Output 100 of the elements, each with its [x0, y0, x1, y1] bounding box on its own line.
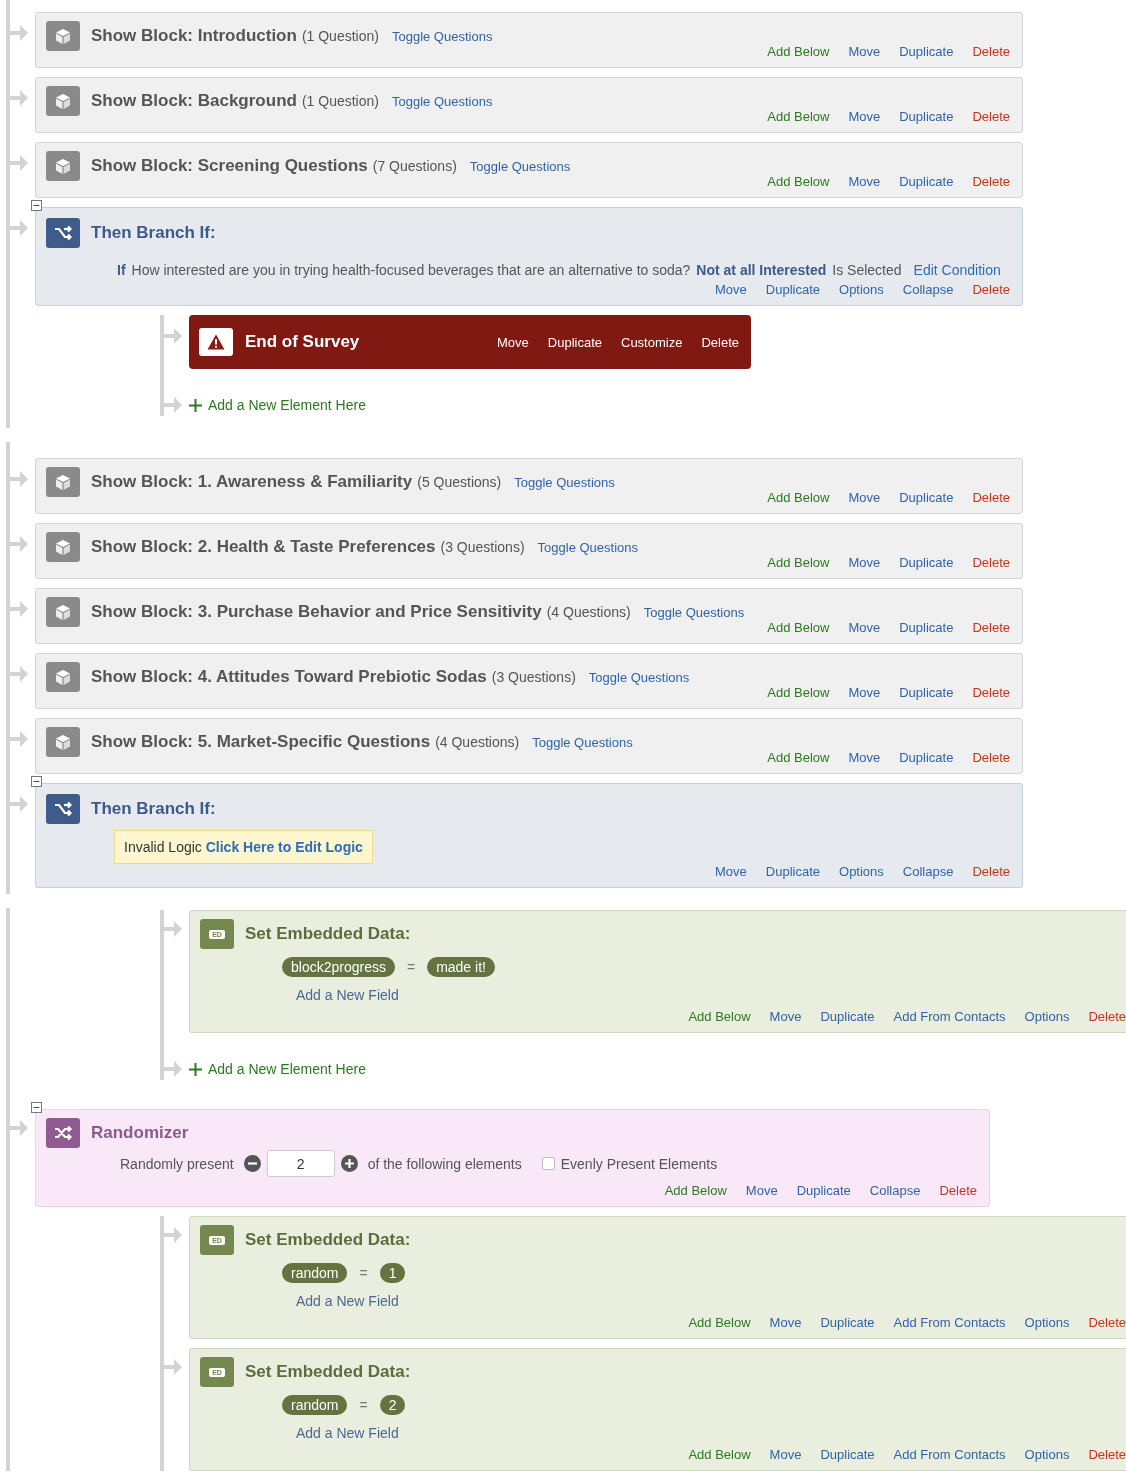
action-link[interactable]: Collapse — [902, 282, 954, 297]
action-link[interactable]: Duplicate — [547, 334, 602, 350]
action-link[interactable]: Delete — [972, 490, 1010, 505]
action-link[interactable]: Delete — [972, 555, 1010, 570]
action-link[interactable]: Duplicate — [899, 109, 954, 124]
action-link[interactable]: Delete — [972, 685, 1010, 700]
action-link[interactable]: Duplicate — [899, 174, 954, 189]
action-link[interactable]: Duplicate — [765, 282, 820, 297]
action-link[interactable]: Move — [745, 1183, 778, 1198]
action-link[interactable]: Duplicate — [899, 44, 954, 59]
action-link[interactable]: Add From Contacts — [893, 1447, 1006, 1462]
action-link[interactable]: Move — [497, 334, 529, 350]
action-link[interactable]: Add Below — [664, 1183, 727, 1198]
action-link[interactable]: Move — [715, 864, 747, 879]
toggle-questions-link[interactable]: Toggle Questions — [514, 474, 615, 490]
action-link[interactable]: Duplicate — [899, 490, 954, 505]
toggle-questions-link[interactable]: Toggle Questions — [391, 93, 493, 109]
embedded-data-title: Set Embedded Data: — [245, 924, 411, 944]
block-title: Show Block: Introduction — [91, 26, 297, 46]
action-link[interactable]: Add Below — [767, 620, 830, 635]
action-link[interactable]: Duplicate — [899, 555, 954, 570]
action-link[interactable]: Move — [715, 282, 747, 297]
action-link[interactable]: Duplicate — [820, 1447, 875, 1462]
plus-icon[interactable] — [340, 1155, 358, 1172]
action-link[interactable]: Add Below — [767, 44, 830, 59]
action-link[interactable]: Add Below — [767, 174, 830, 189]
action-link[interactable]: Duplicate — [899, 750, 954, 765]
collapse-toggle-icon[interactable] — [31, 776, 42, 787]
action-link[interactable]: Move — [848, 109, 881, 124]
action-link[interactable]: Add Below — [767, 750, 830, 765]
toggle-questions-link[interactable]: Toggle Questions — [391, 28, 493, 44]
action-link[interactable]: Add Below — [767, 685, 830, 700]
action-link[interactable]: Delete — [972, 109, 1010, 124]
action-link[interactable]: Duplicate — [796, 1183, 851, 1198]
action-link[interactable]: Options — [1024, 1315, 1070, 1330]
count-field[interactable]: 2 — [266, 1150, 335, 1177]
action-link[interactable]: Add From Contacts — [893, 1009, 1006, 1024]
edit-condition-link[interactable]: Edit Condition — [913, 262, 1001, 278]
action-link[interactable]: Add Below — [767, 109, 830, 124]
field-name-pill[interactable]: random — [282, 1263, 348, 1283]
action-link[interactable]: Collapse — [869, 1183, 921, 1198]
action-link[interactable]: Delete — [1088, 1447, 1126, 1462]
evenly-present-checkbox[interactable] — [541, 1157, 555, 1170]
toggle-questions-link[interactable]: Toggle Questions — [532, 734, 633, 750]
action-link[interactable]: Delete — [972, 620, 1010, 635]
action-link[interactable]: Options — [839, 282, 884, 297]
action-link[interactable]: Options — [1024, 1009, 1070, 1024]
action-link[interactable]: Move — [848, 750, 881, 765]
collapse-toggle-icon[interactable] — [31, 1102, 42, 1113]
edit-logic-link[interactable]: Click Here to Edit Logic — [205, 839, 363, 855]
add-field-link[interactable]: Add a New Field — [200, 1425, 399, 1441]
action-link[interactable]: Delete — [972, 44, 1010, 59]
action-link[interactable]: Add Below — [767, 490, 830, 505]
toggle-questions-link[interactable]: Toggle Questions — [588, 669, 690, 685]
action-link[interactable]: Options — [1024, 1447, 1070, 1462]
collapse-toggle-icon[interactable] — [31, 200, 42, 211]
action-link[interactable]: Add Below — [688, 1009, 751, 1024]
field-value-pill[interactable]: 1 — [379, 1263, 406, 1283]
toggle-questions-link[interactable]: Toggle Questions — [469, 158, 571, 174]
add-element-link[interactable]: Add a New Element Here — [189, 397, 366, 413]
action-link[interactable]: Add Below — [688, 1447, 751, 1462]
action-link[interactable]: Duplicate — [899, 620, 954, 635]
add-field-link[interactable]: Add a New Field — [200, 987, 399, 1003]
action-link[interactable]: Delete — [972, 282, 1010, 297]
add-element-link[interactable]: Add a New Element Here — [189, 1061, 366, 1077]
field-value-pill[interactable]: made it! — [427, 957, 495, 977]
minus-icon[interactable] — [243, 1155, 261, 1172]
action-link[interactable]: Delete — [939, 1183, 977, 1198]
action-link[interactable]: Move — [848, 620, 881, 635]
action-link[interactable]: Delete — [972, 864, 1010, 879]
action-link[interactable]: Move — [848, 685, 881, 700]
toggle-questions-link[interactable]: Toggle Questions — [643, 604, 745, 620]
field-value-pill[interactable]: 2 — [379, 1395, 406, 1415]
action-link[interactable]: Move — [769, 1447, 802, 1462]
add-field-link[interactable]: Add a New Field — [200, 1293, 399, 1309]
action-link[interactable]: Options — [839, 864, 884, 879]
action-link[interactable]: Move — [769, 1315, 802, 1330]
field-name-pill[interactable]: random — [282, 1395, 348, 1415]
action-link[interactable]: Move — [769, 1009, 802, 1024]
action-link[interactable]: Delete — [972, 174, 1010, 189]
field-name-pill[interactable]: block2progress — [282, 957, 395, 977]
action-link[interactable]: Delete — [972, 750, 1010, 765]
action-link[interactable]: Collapse — [902, 864, 954, 879]
toggle-questions-link[interactable]: Toggle Questions — [537, 539, 639, 555]
action-link[interactable]: Duplicate — [820, 1009, 875, 1024]
action-link[interactable]: Add Below — [767, 555, 830, 570]
action-link[interactable]: Add From Contacts — [893, 1315, 1006, 1330]
action-link[interactable]: Delete — [701, 334, 739, 350]
action-link[interactable]: Delete — [1088, 1009, 1126, 1024]
action-link[interactable]: Duplicate — [820, 1315, 875, 1330]
action-link[interactable]: Move — [848, 174, 881, 189]
action-link[interactable]: Delete — [1088, 1315, 1126, 1330]
action-link[interactable]: Customize — [621, 334, 683, 350]
action-link[interactable]: Move — [848, 44, 881, 59]
action-link[interactable]: Move — [848, 555, 881, 570]
action-link[interactable]: Duplicate — [765, 864, 820, 879]
action-link[interactable]: Add Below — [688, 1315, 751, 1330]
branch-title: Then Branch If: — [91, 799, 216, 819]
action-link[interactable]: Duplicate — [899, 685, 954, 700]
action-link[interactable]: Move — [848, 490, 881, 505]
